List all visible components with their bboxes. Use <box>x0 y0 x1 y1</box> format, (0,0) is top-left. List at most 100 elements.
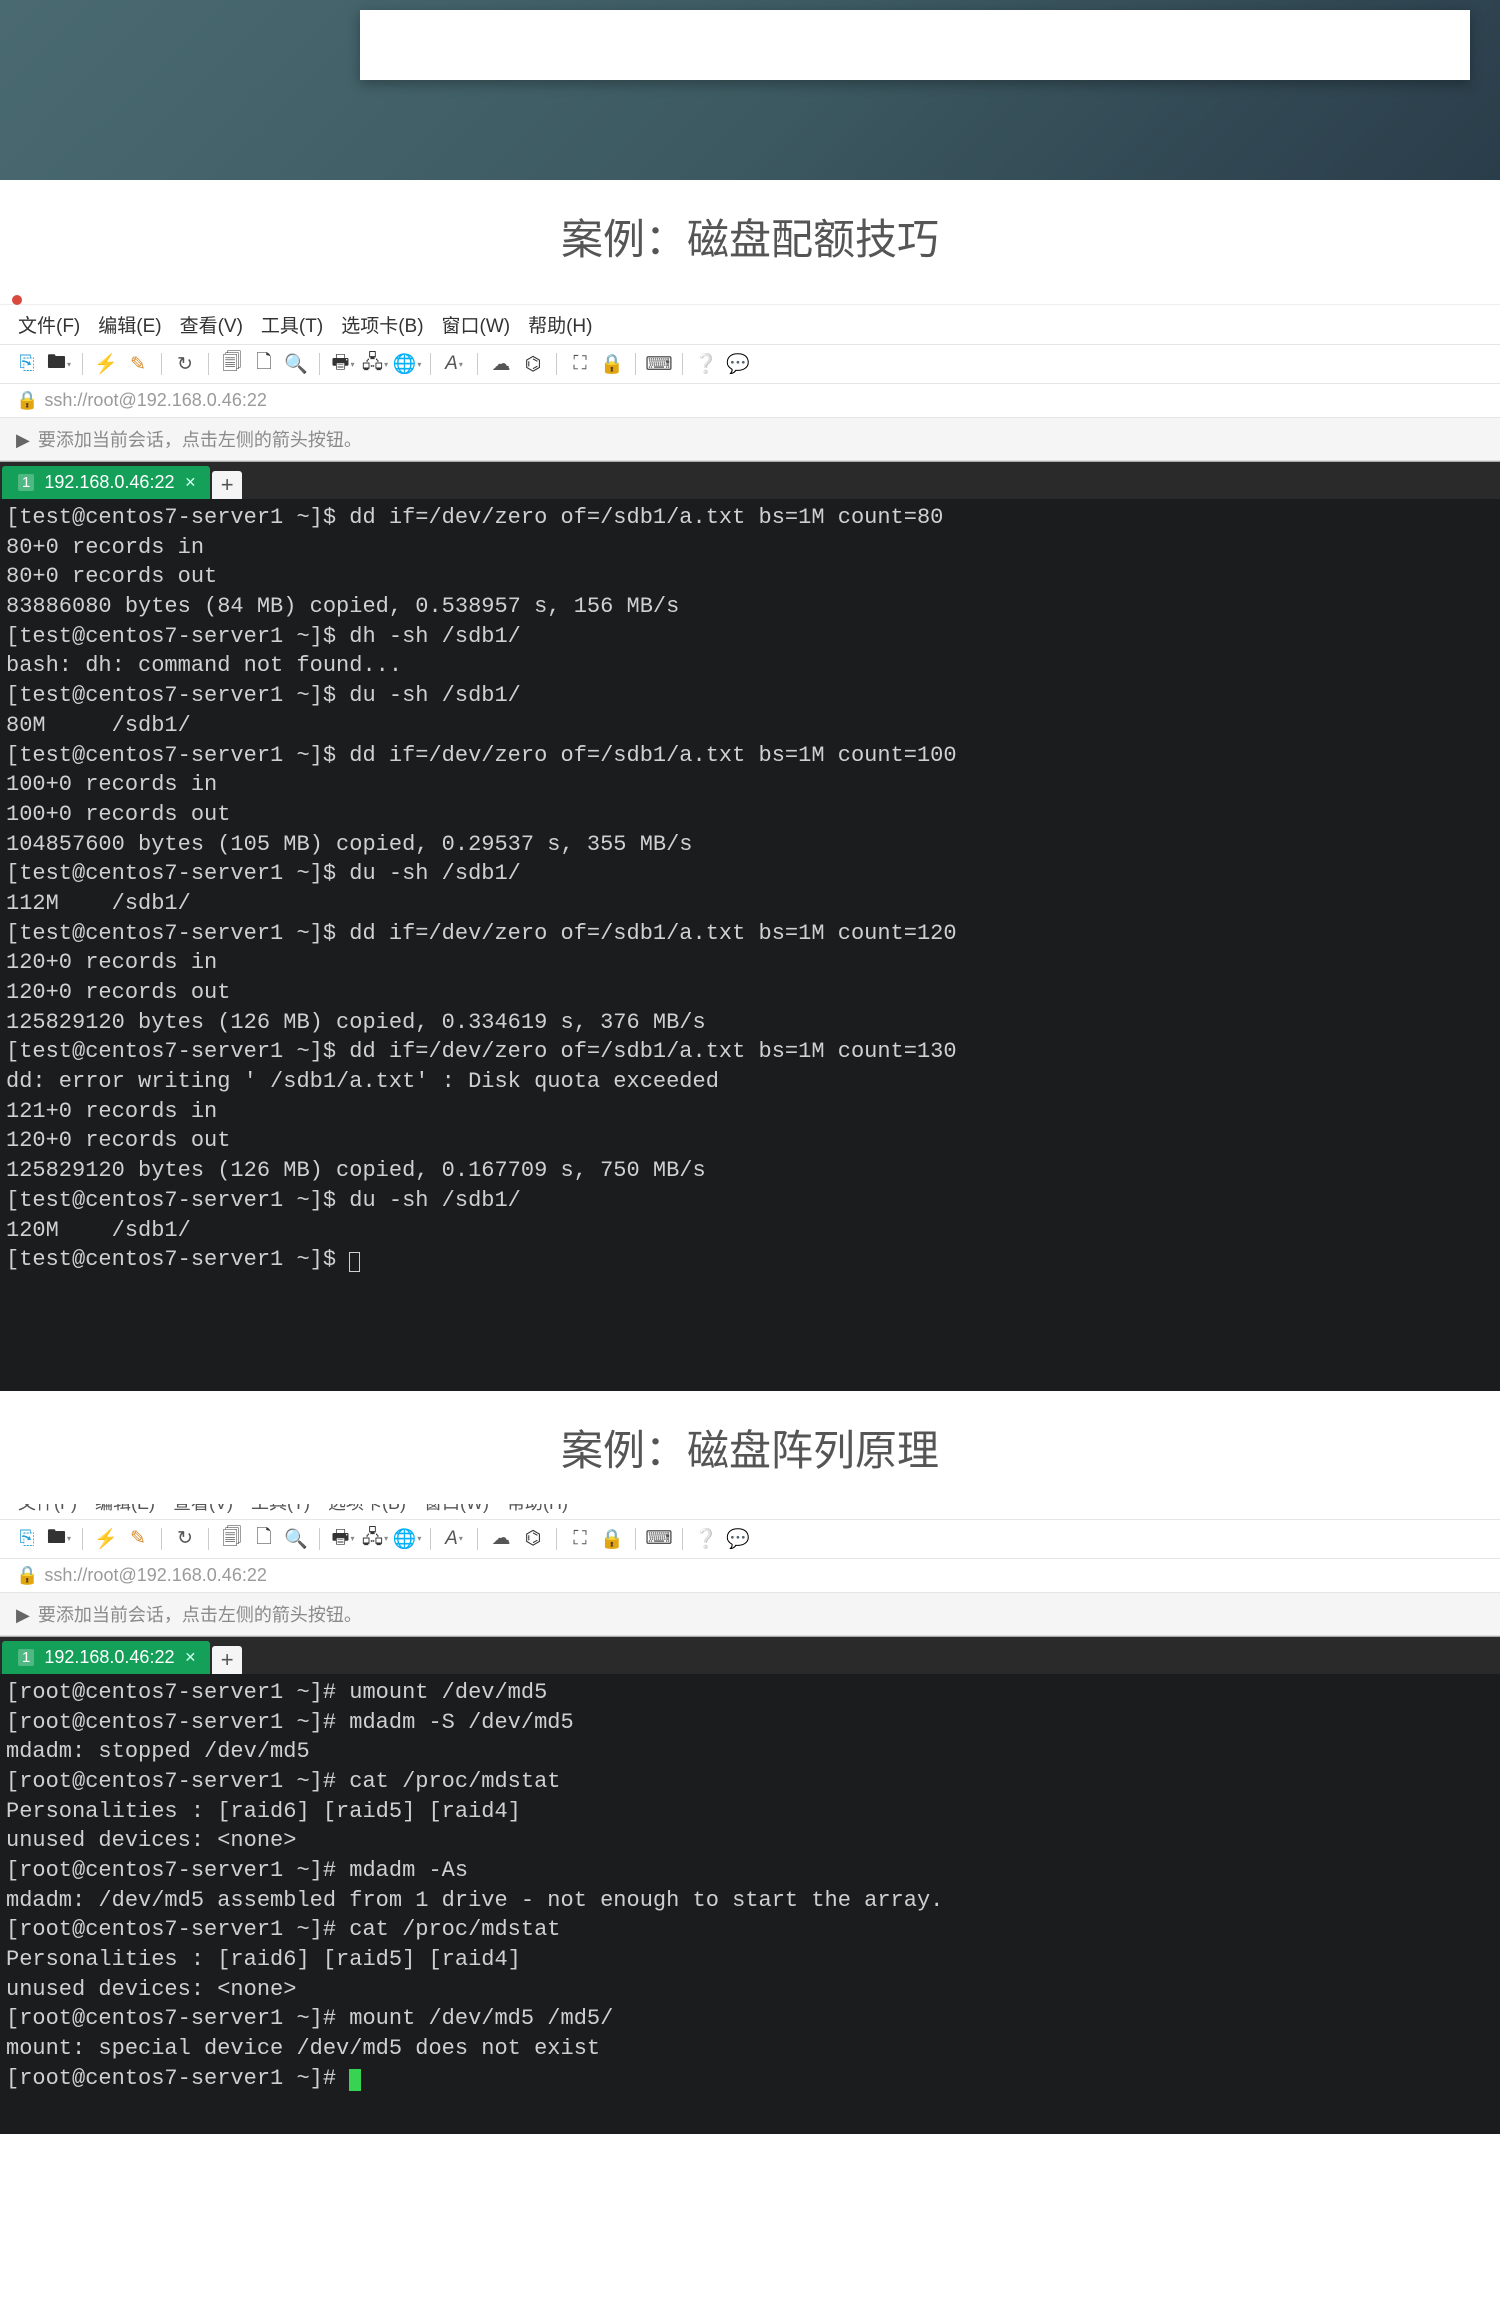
menu-file[interactable]: 文件(F) <box>18 311 80 338</box>
lock-small-icon: 🔒 <box>16 390 38 410</box>
separator <box>82 353 83 375</box>
menubar-partial: 文件(F) 编辑(E) 查看(V) 工具(T) 选项卡(B) 窗口(W) 帮助(… <box>0 1504 1500 1520</box>
tab-strip: 1 192.168.0.46:22 ✕ + <box>0 461 1500 499</box>
tab-close-icon[interactable]: ✕ <box>184 1649 196 1666</box>
lock-icon[interactable]: 🔒 <box>599 351 625 377</box>
font-icon[interactable]: A <box>441 1526 467 1552</box>
fullscreen-icon[interactable]: ⛶ <box>567 351 593 377</box>
separator <box>635 1528 636 1550</box>
tab-number: 1 <box>18 474 34 491</box>
separator <box>430 1528 431 1550</box>
tab-strip: 1 192.168.0.46:22 ✕ + <box>0 1636 1500 1674</box>
terminal-output-2[interactable]: [root@centos7-server1 ~]# umount /dev/md… <box>0 1674 1500 2134</box>
separator <box>208 353 209 375</box>
add-tab-button[interactable]: + <box>212 471 242 499</box>
disconnect-icon[interactable]: ✎ <box>125 351 151 377</box>
copy-icon[interactable]: 🗐 <box>219 1526 245 1552</box>
cloud-icon[interactable]: ☁ <box>488 1526 514 1552</box>
globe-icon[interactable]: 🌐 <box>394 1526 420 1552</box>
separator <box>82 1528 83 1550</box>
open-folder-icon[interactable]: 🖿 <box>46 1526 72 1552</box>
tab-label: 192.168.0.46:22 <box>44 472 174 493</box>
chat-icon[interactable]: 💬 <box>725 351 751 377</box>
toolbar: ⎘ 🖿 ⚡ ✎ ↻ 🗐 🗋 🔍 🖶 🖧 🌐 A ☁ ⌬ ⛶ 🔒 ⌨ ❔ 💬 <box>0 1520 1500 1559</box>
address-bar[interactable]: 🔒 ssh://root@192.168.0.46:22 <box>0 384 1500 418</box>
connect-icon[interactable]: ⚡ <box>93 1526 119 1552</box>
ssh-url: ssh://root@192.168.0.46:22 <box>44 390 266 410</box>
find-icon[interactable]: 🔍 <box>283 351 309 377</box>
paste-icon[interactable]: 🗋 <box>251 351 277 377</box>
tab-number: 1 <box>18 1649 34 1666</box>
dashboard-icon[interactable]: ⌬ <box>520 1526 546 1552</box>
transfer-icon[interactable]: 🖧 <box>362 1526 388 1552</box>
menubar: 文件(F) 编辑(E) 查看(V) 工具(T) 选项卡(B) 窗口(W) 帮助(… <box>0 305 1500 345</box>
hint-arrow-icon[interactable]: ▶ <box>16 430 30 450</box>
session-tab[interactable]: 1 192.168.0.46:22 ✕ <box>2 466 210 499</box>
cloud-icon[interactable]: ☁ <box>488 351 514 377</box>
keyboard-icon[interactable]: ⌨ <box>646 1526 672 1552</box>
new-session-icon[interactable]: ⎘ <box>14 1526 40 1552</box>
lock-small-icon: 🔒 <box>16 1565 38 1585</box>
open-folder-icon[interactable]: 🖿 <box>46 351 72 377</box>
separator <box>477 1528 478 1550</box>
dashboard-icon[interactable]: ⌬ <box>520 351 546 377</box>
separator <box>556 353 557 375</box>
address-bar[interactable]: 🔒 ssh://root@192.168.0.46:22 <box>0 1559 1500 1593</box>
menu-window[interactable]: 窗口(W) <box>424 1504 489 1515</box>
separator <box>208 1528 209 1550</box>
separator <box>682 353 683 375</box>
connect-icon[interactable]: ⚡ <box>93 351 119 377</box>
help-icon[interactable]: ❔ <box>693 1526 719 1552</box>
keyboard-icon[interactable]: ⌨ <box>646 351 672 377</box>
session-tab[interactable]: 1 192.168.0.46:22 ✕ <box>2 1641 210 1674</box>
menu-file[interactable]: 文件(F) <box>18 1504 77 1515</box>
menu-view[interactable]: 查看(V) <box>180 311 243 338</box>
terminal-output-1[interactable]: [test@centos7-server1 ~]$ dd if=/dev/zer… <box>0 499 1500 1291</box>
ssh-url: ssh://root@192.168.0.46:22 <box>44 1565 266 1585</box>
lock-icon[interactable]: 🔒 <box>599 1526 625 1552</box>
menu-tools[interactable]: 工具(T) <box>261 311 323 338</box>
titlebar-stub <box>0 293 1500 305</box>
printer-icon[interactable]: 🖶 <box>330 1526 356 1552</box>
menu-edit[interactable]: 编辑(E) <box>95 1504 155 1515</box>
menu-help[interactable]: 帮助(H) <box>507 1504 568 1515</box>
transfer-icon[interactable]: 🖧 <box>362 351 388 377</box>
disconnect-icon[interactable]: ✎ <box>125 1526 151 1552</box>
separator <box>161 1528 162 1550</box>
hint-bar: ▶要添加当前会话，点击左侧的箭头按钮。 <box>0 1593 1500 1636</box>
menu-tabs[interactable]: 选项卡(B) <box>328 1504 406 1515</box>
terminal-window-1: 文件(F) 编辑(E) 查看(V) 工具(T) 选项卡(B) 窗口(W) 帮助(… <box>0 293 1500 1391</box>
chat-icon[interactable]: 💬 <box>725 1526 751 1552</box>
help-icon[interactable]: ❔ <box>693 351 719 377</box>
font-icon[interactable]: A <box>441 351 467 377</box>
terminal-empty-space[interactable] <box>0 1291 1500 1391</box>
paste-icon[interactable]: 🗋 <box>251 1526 277 1552</box>
separator <box>477 353 478 375</box>
printer-icon[interactable]: 🖶 <box>330 351 356 377</box>
separator <box>556 1528 557 1550</box>
menu-help[interactable]: 帮助(H) <box>528 311 592 338</box>
separator <box>319 1528 320 1550</box>
background-window-edge <box>360 10 1470 80</box>
menu-window[interactable]: 窗口(W) <box>442 311 511 338</box>
globe-icon[interactable]: 🌐 <box>394 351 420 377</box>
reconnect-icon[interactable]: ↻ <box>172 1526 198 1552</box>
menu-view[interactable]: 查看(V) <box>173 1504 233 1515</box>
hint-arrow-icon[interactable]: ▶ <box>16 1605 30 1625</box>
add-tab-button[interactable]: + <box>212 1646 242 1674</box>
menu-edit[interactable]: 编辑(E) <box>98 311 161 338</box>
fullscreen-icon[interactable]: ⛶ <box>567 1526 593 1552</box>
find-icon[interactable]: 🔍 <box>283 1526 309 1552</box>
separator <box>682 1528 683 1550</box>
copy-icon[interactable]: 🗐 <box>219 351 245 377</box>
terminal-window-2: 文件(F) 编辑(E) 查看(V) 工具(T) 选项卡(B) 窗口(W) 帮助(… <box>0 1504 1500 2134</box>
hint-text: 要添加当前会话，点击左侧的箭头按钮。 <box>38 430 362 450</box>
reconnect-icon[interactable]: ↻ <box>172 351 198 377</box>
menu-tabs[interactable]: 选项卡(B) <box>341 311 423 338</box>
separator <box>161 353 162 375</box>
desktop-background <box>0 0 1500 180</box>
new-session-icon[interactable]: ⎘ <box>14 351 40 377</box>
menu-tools[interactable]: 工具(T) <box>251 1504 310 1515</box>
separator <box>635 353 636 375</box>
tab-close-icon[interactable]: ✕ <box>184 474 196 491</box>
